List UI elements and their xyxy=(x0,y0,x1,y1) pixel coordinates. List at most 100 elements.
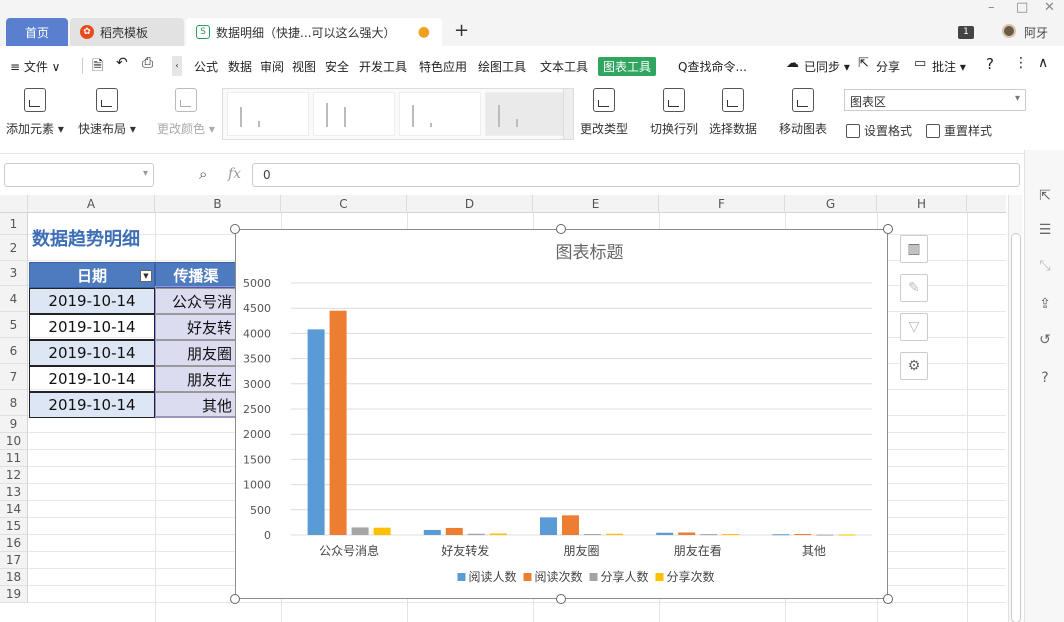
save-icon[interactable]: 🗎 xyxy=(92,55,103,79)
column-header-a[interactable]: A xyxy=(28,195,155,213)
row-header[interactable]: 18 xyxy=(0,569,28,586)
date-cell[interactable]: 2019-10-14 xyxy=(29,366,155,392)
row-header[interactable]: 15 xyxy=(0,518,28,535)
menu-security[interactable]: 安全 xyxy=(325,58,349,75)
sheet-title[interactable]: 数据趋势明细 xyxy=(32,225,140,251)
row-header[interactable]: 19 xyxy=(0,586,28,603)
share-pane-icon[interactable]: ⇪ xyxy=(1037,296,1053,312)
avatar[interactable] xyxy=(1002,24,1016,38)
row-header[interactable]: 14 xyxy=(0,501,28,518)
reset-style-button[interactable]: 重置样式 xyxy=(926,122,992,139)
new-tab-plus-icon[interactable]: + xyxy=(454,20,469,41)
undo-icon[interactable]: ↶ xyxy=(116,55,128,71)
formula-input[interactable]: 0 xyxy=(252,163,1020,187)
add-element-button[interactable]: 添加元素 ▾ xyxy=(6,88,64,137)
more-icon[interactable]: ⋮ xyxy=(1014,55,1028,71)
chart-style-thumb[interactable] xyxy=(399,92,481,136)
date-cell[interactable]: 2019-10-14 xyxy=(29,314,155,340)
menu-file[interactable]: ≡ 文件 ∨ xyxy=(10,58,60,75)
sync-status[interactable]: 已同步 ▾ xyxy=(804,58,850,75)
comment-button[interactable]: 批注 ▾ xyxy=(932,58,966,75)
chart-settings-gear-icon[interactable]: ⚙ xyxy=(900,352,928,380)
row-header[interactable]: 6 xyxy=(0,338,28,364)
chart-element-select[interactable]: 图表区 xyxy=(844,89,1026,111)
tab-document[interactable]: S 数据明细（快捷...可以这么强大） ● xyxy=(186,18,442,46)
chart-elements-icon[interactable]: ▥ xyxy=(900,235,928,263)
header-cell-channel[interactable]: 传播渠 xyxy=(155,262,237,288)
gallery-scrollbar[interactable] xyxy=(563,89,573,139)
chart-style-thumb-selected[interactable] xyxy=(485,92,567,136)
move-chart-button[interactable]: 移动图表 xyxy=(779,88,827,137)
scrollbar-thumb[interactable] xyxy=(1011,233,1021,622)
print-icon[interactable]: ⎙ xyxy=(142,55,153,71)
date-cell[interactable]: 2019-10-14 xyxy=(29,392,155,418)
quick-layout-button[interactable]: 快速布局 ▾ xyxy=(78,88,136,137)
header-cell-date[interactable]: 日期 ▼ xyxy=(29,262,155,288)
resize-handle[interactable] xyxy=(556,224,566,234)
cursor-icon[interactable]: ⇱ xyxy=(1037,188,1053,204)
collapse-ribbon-icon[interactable]: ∧ xyxy=(1038,55,1048,71)
command-search[interactable]: Q查找命令... xyxy=(678,58,747,75)
shrink-icon[interactable]: ⤡ xyxy=(1037,258,1053,274)
row-header[interactable]: 5 xyxy=(0,312,28,338)
row-header[interactable]: 12 xyxy=(0,467,28,484)
change-type-button[interactable]: 更改类型 xyxy=(580,88,628,137)
minimize-icon[interactable]: – xyxy=(988,0,995,15)
resize-handle[interactable] xyxy=(230,224,240,234)
row-header[interactable]: 7 xyxy=(0,364,28,390)
scroll-left-icon[interactable]: ‹ xyxy=(172,56,182,76)
row-header[interactable]: 9 xyxy=(0,416,28,433)
date-cell[interactable]: 2019-10-14 xyxy=(29,340,155,366)
chart-style-brush-icon[interactable]: ✎ xyxy=(900,274,928,302)
date-cell[interactable]: 2019-10-14 xyxy=(29,288,155,314)
row-header[interactable]: 16 xyxy=(0,535,28,552)
maximize-icon[interactable]: □ xyxy=(1016,0,1028,15)
resize-handle[interactable] xyxy=(883,224,893,234)
chart-filter-icon[interactable]: ▽ xyxy=(900,313,928,341)
row-header[interactable]: 4 xyxy=(0,286,28,312)
fx-icon[interactable]: fx xyxy=(228,166,241,182)
notification-badge[interactable]: 1 xyxy=(958,26,974,39)
vertical-scrollbar[interactable] xyxy=(1008,195,1022,622)
user-name[interactable]: 阿牙 xyxy=(1024,24,1048,41)
properties-icon[interactable]: ☰ xyxy=(1037,222,1053,238)
column-header-g[interactable]: G xyxy=(785,195,877,213)
tab-home[interactable]: 首页 xyxy=(6,18,68,46)
name-box[interactable] xyxy=(4,163,154,187)
share-button[interactable]: 分享 xyxy=(876,58,900,75)
column-header-c[interactable]: C xyxy=(281,195,407,213)
chart-style-thumb[interactable] xyxy=(227,92,309,136)
menu-special-apps[interactable]: 特色应用 xyxy=(419,58,467,75)
resize-handle[interactable] xyxy=(883,594,893,604)
row-header[interactable]: 11 xyxy=(0,450,28,467)
row-header[interactable]: 17 xyxy=(0,552,28,569)
column-header-f[interactable]: F xyxy=(659,195,785,213)
menu-data[interactable]: 数据 xyxy=(228,58,252,75)
change-color-button[interactable]: 更改颜色 ▾ xyxy=(157,88,215,137)
menu-review[interactable]: 审阅 xyxy=(260,58,284,75)
row-header[interactable]: 10 xyxy=(0,433,28,450)
set-format-button[interactable]: 设置格式 xyxy=(846,122,912,139)
column-header-h[interactable]: H xyxy=(877,195,967,213)
column-header-b[interactable]: B xyxy=(155,195,281,213)
switch-row-col-button[interactable]: 切换行列 xyxy=(650,88,698,137)
row-header[interactable]: 2 xyxy=(0,235,28,261)
close-icon[interactable]: ✕ xyxy=(1044,0,1055,15)
chart-style-thumb[interactable] xyxy=(313,92,395,136)
help-pane-icon[interactable]: ? xyxy=(1037,370,1053,386)
history-icon[interactable]: ↺ xyxy=(1037,332,1053,348)
menu-draw-tools[interactable]: 绘图工具 xyxy=(478,58,526,75)
row-header[interactable]: 1 xyxy=(0,213,28,235)
row-header[interactable]: 3 xyxy=(0,261,28,286)
resize-handle[interactable] xyxy=(556,594,566,604)
menu-chart-tools[interactable]: 图表工具 xyxy=(598,57,656,76)
select-all-corner[interactable] xyxy=(0,195,28,213)
select-data-button[interactable]: 选择数据 xyxy=(709,88,757,137)
menu-dev-tools[interactable]: 开发工具 xyxy=(359,58,407,75)
help-button[interactable]: ? xyxy=(986,55,994,73)
menu-formula[interactable]: 公式 xyxy=(194,58,218,75)
menu-view[interactable]: 视图 xyxy=(292,58,316,75)
tab-template[interactable]: ✿ 稻壳模板 xyxy=(70,18,184,46)
zoom-search-icon[interactable]: ⌕ xyxy=(199,165,207,183)
chart-object[interactable]: 图表标题050010001500200025003000350040004500… xyxy=(235,229,888,599)
